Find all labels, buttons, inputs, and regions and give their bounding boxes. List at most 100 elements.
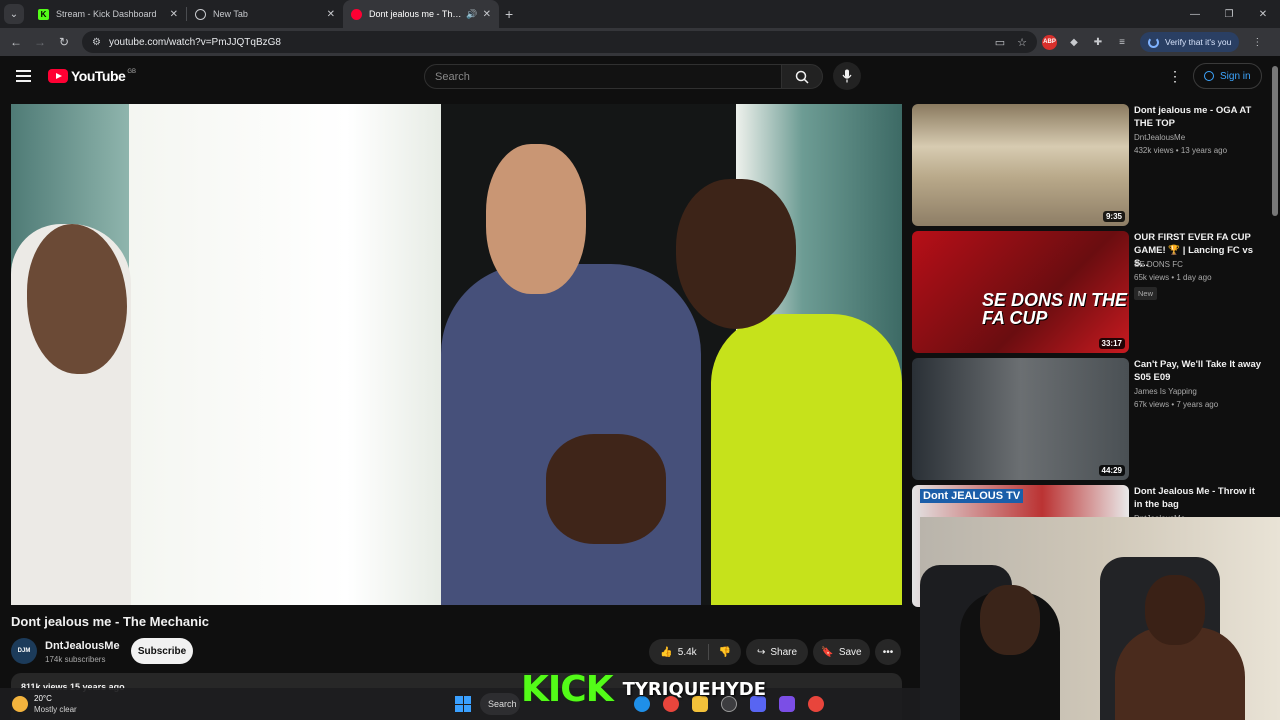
close-icon[interactable]: ✕ [327, 9, 335, 20]
recommendation-title[interactable]: Dont Jealous Me - Throw it in the bag [1134, 485, 1264, 511]
subscriber-count: 174k subscribers [45, 655, 106, 664]
windows-taskbar: 20°C Mostly clear Search [0, 688, 920, 720]
youtube-logo[interactable]: YouTube GB [48, 68, 136, 84]
adblock-extension-icon[interactable]: ABP [1042, 34, 1057, 50]
extensions-puzzle-icon[interactable]: ✚ [1086, 37, 1110, 48]
recommendation-title[interactable]: Dont jealous me - OGA AT THE TOP [1134, 104, 1264, 130]
taskbar-search-label: Search [488, 699, 517, 709]
like-dislike-group: 👍 5.4k 👎 [649, 639, 741, 665]
logo-wordmark: YouTube [71, 68, 126, 84]
kick-favicon-icon: K [38, 8, 49, 20]
tab-kick-dashboard[interactable]: K Stream - Kick Dashboard ✕ [30, 0, 186, 28]
video-thumbnail[interactable]: 44:29 [912, 358, 1129, 480]
media-control-icon[interactable]: ≡ [1110, 37, 1134, 48]
video-title: Dont jealous me - The Mechanic [11, 614, 209, 629]
video-player[interactable] [11, 104, 902, 605]
close-window-icon[interactable]: ✕ [1246, 9, 1280, 20]
duration-badge: 44:29 [1098, 465, 1125, 476]
youtube-header: YouTube GB Search ⋮ Sign in [0, 56, 1270, 98]
more-actions-button[interactable]: ••• [875, 639, 901, 665]
site-settings-icon[interactable]: ⚙ [92, 37, 101, 48]
globe-icon [195, 8, 206, 20]
browser-menu-icon[interactable]: ⋮ [1245, 37, 1269, 48]
thumbs-up-icon: 👍 [660, 646, 673, 658]
scene-person-mechanic-head [486, 144, 586, 294]
more-horizontal-icon: ••• [882, 646, 894, 658]
weather-description: Mostly clear [34, 705, 77, 714]
taskbar-search[interactable]: Search [480, 693, 520, 715]
new-badge: New [1134, 287, 1158, 300]
tab-title: New Tab [213, 9, 248, 19]
like-button[interactable]: 👍 5.4k [649, 644, 709, 660]
close-icon[interactable]: ✕ [170, 9, 178, 20]
streamer-head [980, 585, 1040, 655]
reload-icon[interactable]: ↻ [52, 35, 76, 49]
like-count: 5.4k [677, 646, 697, 658]
app-grid-icon[interactable] [779, 696, 795, 712]
tab-search-button[interactable]: ⌄ [4, 4, 24, 24]
save-label: Save [838, 646, 862, 658]
cast-icon[interactable]: ▭ [995, 36, 1005, 49]
thumbs-down-icon: 👎 [718, 646, 732, 658]
close-icon[interactable]: ✕ [483, 9, 491, 20]
save-button[interactable]: 🔖 Save [813, 639, 870, 665]
bookmark-icon: 🔖 [821, 646, 834, 658]
microphone-icon [842, 69, 852, 83]
windows-start-icon[interactable] [455, 696, 471, 712]
recommendation-meta: 65k views • 1 day ago [1134, 273, 1212, 282]
speaker-icon[interactable]: 🔊 [466, 9, 477, 20]
scrollbar-thumb[interactable] [1272, 66, 1278, 216]
scene-person-hi-vis-head [676, 179, 796, 329]
bookmark-star-icon[interactable]: ☆ [1017, 36, 1027, 49]
settings-kebab-icon[interactable]: ⋮ [1168, 68, 1182, 85]
duration-badge: 9:35 [1102, 211, 1125, 222]
window-controls: — ❐ ✕ [1178, 0, 1280, 28]
scene-gesturing-hands [546, 434, 666, 544]
voice-search-button[interactable] [833, 62, 861, 90]
verify-identity-button[interactable]: Verify that it's you [1140, 32, 1240, 52]
recommendation-meta: 67k views • 7 years ago [1134, 400, 1219, 409]
kick-banner-overlay: KICK TYRIQUEHYDE [521, 668, 766, 710]
address-bar[interactable]: ⚙ youtube.com/watch?v=PmJJQTqBzG8 ▭ ☆ [82, 31, 1037, 53]
recommendation-channel[interactable]: James Is Yapping [1134, 387, 1197, 396]
search-input[interactable]: Search [424, 64, 782, 89]
video-thumbnail[interactable]: 9:35 [912, 104, 1129, 226]
minimize-icon[interactable]: — [1178, 9, 1212, 20]
share-button[interactable]: ↪ Share [746, 639, 808, 665]
forward-icon[interactable]: → [28, 35, 52, 49]
recommendation-item[interactable]: SE DONS IN THE FA CUP 33:17 OUR FIRST EV… [912, 231, 1267, 353]
hamburger-menu-icon[interactable] [16, 70, 31, 85]
weather-icon[interactable] [12, 696, 28, 712]
weather-temperature: 20°C [34, 694, 52, 703]
diamond-extension-icon[interactable]: ◆ [1062, 37, 1086, 48]
chrome-profile-icon[interactable] [808, 696, 824, 712]
country-code: GB [127, 69, 136, 75]
kick-username: TYRIQUEHYDE [622, 678, 767, 700]
thumbnail-text: Dont JEALOUS TV [920, 489, 1024, 503]
tab-new-tab[interactable]: New Tab ✕ [187, 0, 343, 28]
recommendation-meta: 432k views • 13 years ago [1134, 146, 1228, 155]
recommendation-channel[interactable]: SE DONS FC [1134, 260, 1183, 269]
video-thumbnail[interactable]: SE DONS IN THE FA CUP 33:17 [912, 231, 1129, 353]
verify-label: Verify that it's you [1165, 37, 1232, 47]
tab-title: Dont jealous me - The Mechanic [369, 9, 461, 19]
tab-youtube-video[interactable]: Dont jealous me - The Mechanic 🔊 ✕ [343, 0, 499, 28]
recommendation-item[interactable]: 44:29 Can't Pay, We'll Take It away S05 … [912, 358, 1267, 480]
duration-badge: 33:17 [1098, 338, 1125, 349]
channel-avatar[interactable]: DJM [11, 638, 37, 664]
recommendation-channel[interactable]: DntJealousMe [1134, 133, 1185, 142]
tab-title: Stream - Kick Dashboard [56, 9, 157, 19]
search-placeholder: Search [435, 70, 470, 83]
restore-icon[interactable]: ❐ [1212, 9, 1246, 20]
new-tab-button[interactable]: + [505, 6, 513, 22]
recommendation-title[interactable]: Can't Pay, We'll Take It away S05 E09 [1134, 358, 1264, 384]
sign-in-button[interactable]: Sign in [1193, 63, 1262, 89]
dislike-button[interactable]: 👎 [709, 647, 741, 658]
recommendation-item[interactable]: 9:35 Dont jealous me - OGA AT THE TOP Dn… [912, 104, 1267, 226]
subscribe-button[interactable]: Subscribe [131, 638, 193, 664]
channel-name[interactable]: DntJealousMe [45, 640, 120, 652]
browser-tab-strip: ⌄ K Stream - Kick Dashboard ✕ New Tab ✕ … [0, 0, 1280, 28]
back-icon[interactable]: ← [4, 35, 28, 49]
youtube-play-icon [48, 69, 68, 83]
search-button[interactable] [781, 64, 823, 89]
